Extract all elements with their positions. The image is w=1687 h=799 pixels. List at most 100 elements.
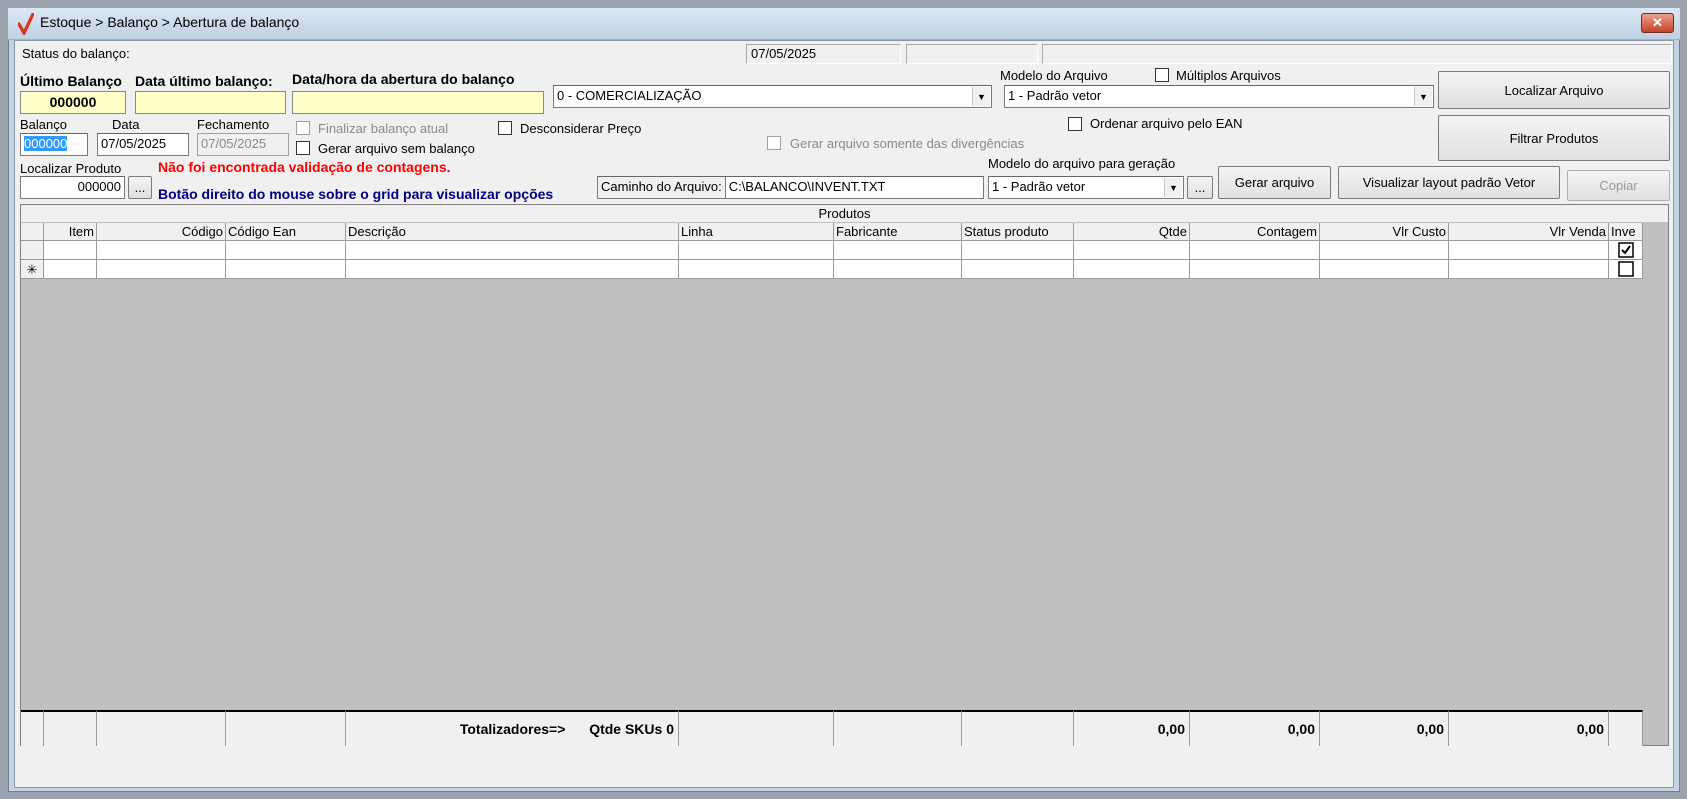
- modelo-geracao-selected: 1 - Padrão vetor: [992, 179, 1086, 194]
- col-header-vlr-venda[interactable]: Vlr Venda: [1449, 223, 1609, 241]
- finalidade-combo[interactable]: 0 - COMERCIALIZAÇÃO ▼: [553, 85, 992, 108]
- table-row-cell[interactable]: [226, 260, 346, 279]
- filtrar-produtos-button[interactable]: Filtrar Produtos: [1438, 115, 1670, 161]
- desconsiderar-preco-checkbox[interactable]: [498, 121, 512, 135]
- col-header-vlr-custo[interactable]: Vlr Custo: [1320, 223, 1449, 241]
- status-date-field: 07/05/2025: [746, 44, 901, 64]
- app-check-icon: [18, 13, 34, 35]
- row-indicator[interactable]: [21, 241, 44, 260]
- balanco-value: 000000: [24, 136, 68, 151]
- footer-cell: [962, 710, 1074, 746]
- table-row-cell[interactable]: [97, 241, 226, 260]
- col-header-status-produto[interactable]: Status produto: [962, 223, 1074, 241]
- table-row-cell[interactable]: [962, 260, 1074, 279]
- col-header-fabricante[interactable]: Fabricante: [834, 223, 962, 241]
- table-row-cell[interactable]: [679, 241, 834, 260]
- checkbox-checked-icon[interactable]: [1618, 242, 1634, 258]
- finalizar-balanco-checkbox: [296, 121, 310, 135]
- footer-cell: [226, 710, 346, 746]
- caminho-arquivo-label: Caminho do Arquivo:: [598, 177, 726, 198]
- data-ultimo-balanco-field: [135, 91, 286, 114]
- table-row-cell[interactable]: [226, 241, 346, 260]
- col-header-descricao[interactable]: Descrição: [346, 223, 679, 241]
- table-row-cell[interactable]: [97, 260, 226, 279]
- modelo-geracao-label: Modelo do arquivo para geração: [988, 156, 1176, 171]
- table-row-cell[interactable]: [1074, 260, 1190, 279]
- table-row-cell[interactable]: [1449, 260, 1609, 279]
- table-row-cell[interactable]: [1190, 241, 1320, 260]
- table-row-cell[interactable]: [1449, 241, 1609, 260]
- qtde-skus-label: Qtde SKUs 0: [589, 721, 674, 737]
- footer-indicator: [21, 710, 44, 746]
- gerar-arquivo-button[interactable]: Gerar arquivo: [1218, 166, 1331, 199]
- window-title: Estoque > Balanço > Abertura de balanço: [40, 14, 300, 30]
- multiplos-arquivos-label: Múltiplos Arquivos: [1176, 68, 1281, 83]
- col-header-qtde[interactable]: Qtde: [1074, 223, 1190, 241]
- col-header-codigo[interactable]: Código: [97, 223, 226, 241]
- table-row-cell[interactable]: [679, 260, 834, 279]
- localizar-produto-label: Localizar Produto: [20, 161, 122, 176]
- chevron-down-icon[interactable]: ▼: [972, 87, 990, 106]
- close-button[interactable]: ✕: [1641, 13, 1674, 33]
- footer-total-qtde: 0,00: [1074, 710, 1190, 746]
- gerar-sem-balanco-checkbox[interactable]: [296, 141, 310, 155]
- status-field-3: [1042, 44, 1672, 64]
- ultimo-balanco-label: Último Balanço: [20, 73, 122, 89]
- inve-cell[interactable]: [1609, 260, 1643, 279]
- produtos-grid[interactable]: [20, 204, 1669, 746]
- table-row-cell[interactable]: [962, 241, 1074, 260]
- new-row-indicator[interactable]: ✳: [21, 260, 44, 279]
- divergencias-checkbox: [767, 136, 781, 150]
- status-label: Status do balanço:: [22, 46, 130, 61]
- table-row-cell[interactable]: [1074, 241, 1190, 260]
- footer-total-contagem: 0,00: [1190, 710, 1320, 746]
- grid-caption: Produtos: [21, 205, 1668, 222]
- table-row-cell[interactable]: [44, 241, 97, 260]
- modelo-geracao-browse-button[interactable]: ...: [1187, 176, 1213, 199]
- col-header-inve[interactable]: Inve: [1609, 223, 1643, 241]
- table-row-cell[interactable]: [44, 260, 97, 279]
- row-indicator-header: [21, 223, 44, 241]
- table-row-cell[interactable]: [346, 260, 679, 279]
- inve-cell[interactable]: [1609, 241, 1643, 260]
- totalizadores-label: Totalizadores=>: [459, 721, 566, 737]
- modelo-geracao-combo[interactable]: 1 - Padrão vetor ▼: [988, 176, 1184, 199]
- localizar-produto-field[interactable]: 000000: [20, 176, 125, 199]
- table-row-cell[interactable]: [1190, 260, 1320, 279]
- table-row-cell[interactable]: [834, 241, 962, 260]
- balanco-label: Balanço: [20, 117, 67, 132]
- modelo-arquivo-combo[interactable]: 1 - Padrão vetor ▼: [1004, 85, 1434, 108]
- col-header-linha[interactable]: Linha: [679, 223, 834, 241]
- footer-total-vlr-venda: 0,00: [1449, 710, 1609, 746]
- caminho-arquivo-field[interactable]: C:\BALANCO\INVENT.TXT: [726, 179, 889, 194]
- finalizar-balanco-label: Finalizar balanço atual: [318, 121, 449, 136]
- chevron-down-icon[interactable]: ▼: [1164, 178, 1182, 197]
- localizar-produto-browse-button[interactable]: ...: [128, 176, 152, 199]
- fechamento-field: 07/05/2025: [197, 133, 289, 156]
- balanco-field[interactable]: 000000: [20, 133, 88, 156]
- validation-message: Não foi encontrada validação de contagen…: [158, 159, 451, 175]
- col-header-contagem[interactable]: Contagem: [1190, 223, 1320, 241]
- col-header-item[interactable]: Item: [44, 223, 97, 241]
- checkbox-unchecked-icon[interactable]: [1618, 261, 1634, 277]
- modelo-arquivo-label: Modelo do Arquivo: [1000, 68, 1108, 83]
- data-field[interactable]: 07/05/2025: [97, 133, 189, 156]
- table-row-cell[interactable]: [1320, 260, 1449, 279]
- ultimo-balanco-field: 000000: [20, 91, 126, 114]
- table-row-cell[interactable]: [1320, 241, 1449, 260]
- multiplos-arquivos-checkbox[interactable]: [1155, 68, 1169, 82]
- localizar-arquivo-button[interactable]: Localizar Arquivo: [1438, 71, 1670, 109]
- ordenar-ean-checkbox[interactable]: [1068, 117, 1082, 131]
- data-label: Data: [112, 117, 140, 132]
- table-row-cell[interactable]: [834, 260, 962, 279]
- divergencias-label: Gerar arquivo somente das divergências: [790, 136, 1025, 151]
- col-header-codigo-ean[interactable]: Código Ean: [226, 223, 346, 241]
- caminho-arquivo-group: Caminho do Arquivo: C:\BALANCO\INVENT.TXT: [597, 176, 984, 199]
- footer-cell: [1609, 710, 1643, 746]
- table-row-cell[interactable]: [346, 241, 679, 260]
- visualizar-layout-button[interactable]: Visualizar layout padrão Vetor: [1338, 166, 1560, 199]
- data-ultimo-balanco-label: Data último balanço:: [135, 73, 273, 89]
- data-abertura-field: [292, 91, 544, 114]
- copiar-button: Copiar: [1567, 170, 1670, 201]
- chevron-down-icon[interactable]: ▼: [1414, 87, 1432, 106]
